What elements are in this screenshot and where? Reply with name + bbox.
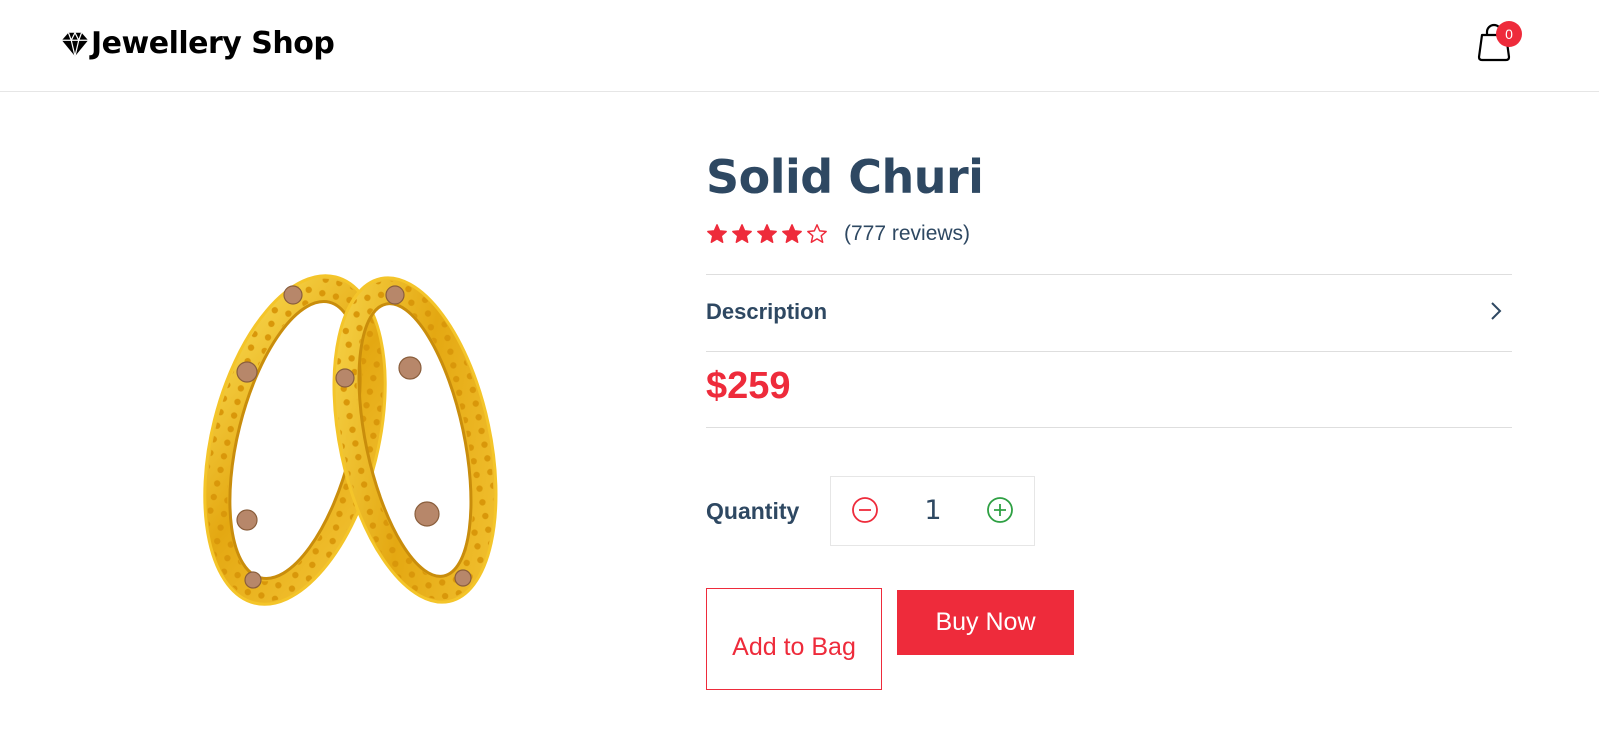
divider	[706, 427, 1512, 428]
description-label: Description	[706, 299, 828, 324]
star-outline-icon	[807, 224, 827, 243]
gold-bangles-image	[203, 274, 498, 606]
plus-circle-icon[interactable]	[986, 496, 1014, 524]
product-title: Solid Churi	[706, 150, 984, 204]
review-count[interactable]: (777 reviews)	[844, 222, 970, 246]
cart-count-badge: 0	[1496, 21, 1522, 47]
brand-name: Jewellery Shop	[91, 26, 335, 61]
description-toggle[interactable]: Description	[706, 275, 1512, 351]
cart-button[interactable]: 0	[1476, 20, 1524, 64]
divider	[706, 351, 1512, 352]
buy-now-button[interactable]: Buy Now	[897, 590, 1074, 655]
quantity-stepper: 1	[830, 476, 1035, 546]
brand-logo[interactable]: Jewellery Shop	[60, 26, 335, 61]
add-to-bag-button[interactable]: Add to Bag	[706, 588, 882, 690]
quantity-label: Quantity	[706, 498, 800, 524]
product-image	[195, 270, 515, 610]
chevron-right-icon	[1491, 302, 1502, 320]
rating-stars	[706, 223, 831, 245]
star-filled-icon	[757, 224, 777, 243]
minus-circle-icon[interactable]	[851, 496, 879, 524]
diamond-icon	[61, 30, 89, 56]
product-price: $259	[706, 365, 791, 407]
star-filled-icon	[732, 224, 752, 243]
star-filled-icon	[782, 224, 802, 243]
product-rating: (777 reviews)	[706, 222, 970, 246]
navbar: Jewellery Shop 0	[0, 0, 1599, 92]
star-filled-icon	[707, 224, 727, 243]
quantity-value[interactable]: 1	[911, 495, 955, 526]
